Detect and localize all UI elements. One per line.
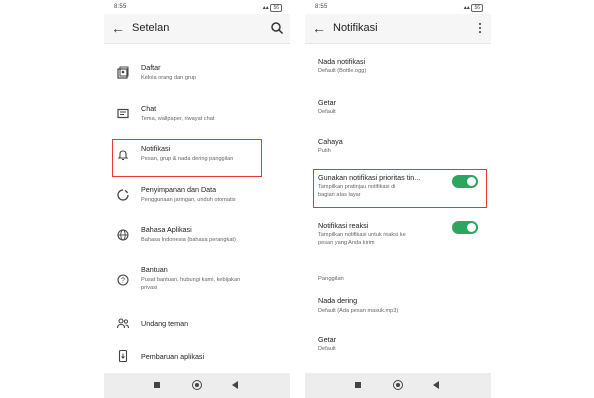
settings-item-subtitle: Pusat bantuan, hubungi kami, kebijakan — [141, 277, 241, 283]
setting-row-nada-dering[interactable]: Nada dering Default (Ada pesan masuk.mp3… — [305, 293, 491, 319]
back-arrow-icon[interactable]: ← — [110, 20, 126, 36]
people-icon — [116, 318, 129, 329]
chat-icon — [117, 108, 129, 119]
more-options-icon[interactable] — [477, 21, 483, 35]
recents-icon[interactable] — [355, 382, 361, 388]
settings-item-subtitle: Tema, wallpaper, riwayat chat — [141, 116, 215, 122]
reaction-toggle[interactable] — [452, 221, 478, 234]
setting-row-prioritas[interactable]: Gunakan notifikasi prioritas tin... Tamp… — [305, 172, 491, 206]
search-icon[interactable] — [270, 21, 284, 35]
priority-toggle[interactable] — [452, 175, 478, 188]
page-title: Notifikasi — [333, 22, 378, 34]
setting-row-title: Gunakan notifikasi prioritas tin... — [318, 173, 421, 182]
settings-item-subtitle: Bahasa Indonesia (bahasa perangkat) — [141, 237, 236, 243]
nav-back-icon[interactable] — [232, 381, 238, 389]
svg-text:?: ? — [121, 278, 125, 285]
settings-item-chat[interactable]: Chat Tema, wallpaper, riwayat chat — [104, 101, 290, 131]
setting-row-cahaya[interactable]: Cahaya Putih — [305, 134, 491, 160]
signal-icon: ▴▴ — [262, 5, 271, 11]
status-icons: ▴▴ 56 — [263, 4, 282, 12]
setting-row-subtitle: Putih — [318, 148, 331, 154]
app-bar: ← Notifikasi — [305, 14, 491, 44]
settings-screen: 8:55 ▴▴ 56 ← Setelan Daftar Kelola orang… — [104, 0, 290, 398]
globe-icon — [117, 229, 129, 241]
storage-icon — [117, 189, 129, 201]
section-header-panggilan: Panggilan — [318, 276, 344, 282]
settings-item-subtitle: Kelola orang dan grup — [141, 75, 197, 81]
setting-row-subtitle: Default (Ada pesan masuk.mp3) — [318, 308, 399, 314]
setting-row-title: Notifikasi reaksi — [318, 221, 369, 230]
settings-item-bahasa[interactable]: Bahasa Aplikasi Bahasa Indonesia (bahasa… — [104, 222, 290, 252]
settings-item-title: Daftar — [141, 63, 161, 72]
bell-icon — [117, 150, 129, 161]
setting-row-subtitle: Default (Bottle.ogg) — [318, 68, 367, 74]
setting-row-title: Nada notifikasi — [318, 57, 366, 66]
settings-item-penyimpanan[interactable]: Penyimpanan dan Data Penggunaan jaringan… — [104, 182, 290, 212]
notification-settings-screen: 8:55 ▴▴ 56 ← Notifikasi Nada notifikasi … — [305, 0, 491, 398]
list-icon — [117, 66, 129, 79]
setting-row-subtitle: Tampilkan notifikasi untuk reaksi ke — [318, 232, 406, 238]
settings-item-pembaruan[interactable]: Pembaruan aplikasi — [104, 347, 290, 367]
status-time: 8:55 — [114, 4, 127, 10]
page-title: Setelan — [132, 22, 170, 34]
setting-row-subtitle: Tampilkan pratinjau notifikasi di — [318, 184, 396, 190]
setting-row-title: Nada dering — [318, 296, 358, 305]
status-icons: ▴▴ 56 — [464, 4, 483, 12]
setting-row-subtitle-cont: pesan yang Anda kirim — [318, 240, 375, 246]
settings-item-subtitle: Pesan, grup & nada dering panggilan — [141, 156, 234, 162]
setting-row-title: Getar — [318, 98, 336, 107]
battery-icon: 56 — [471, 4, 483, 12]
setting-row-subtitle-cont: bagian atas layar — [318, 192, 361, 198]
status-bar: 8:55 ▴▴ 56 — [305, 0, 491, 14]
battery-icon: 56 — [270, 4, 282, 12]
settings-item-title: Bahasa Aplikasi — [141, 225, 192, 234]
system-nav-bar — [305, 373, 491, 398]
toggle-knob — [467, 177, 476, 186]
setting-row-title: Getar — [318, 335, 336, 344]
home-icon[interactable] — [393, 380, 403, 390]
help-icon: ? — [117, 274, 129, 286]
settings-item-title: Penyimpanan dan Data — [141, 185, 217, 194]
setting-row-getar-panggilan[interactable]: Getar Default — [305, 332, 491, 358]
settings-item-subtitle-cont: privasi — [141, 285, 158, 291]
system-nav-bar — [104, 373, 290, 398]
phone-update-icon — [118, 349, 128, 363]
settings-item-title: Notifikasi — [141, 144, 171, 153]
settings-item-undang[interactable]: Undang teman — [104, 314, 290, 334]
home-icon[interactable] — [192, 380, 202, 390]
toggle-knob — [467, 223, 476, 232]
nav-back-icon[interactable] — [433, 381, 439, 389]
setting-row-reaksi[interactable]: Notifikasi reaksi Tampilkan notifikasi u… — [305, 218, 491, 252]
settings-item-title: Chat — [141, 104, 157, 113]
setting-row-subtitle: Default — [318, 346, 336, 352]
setting-row-getar[interactable]: Getar Default — [305, 95, 491, 121]
setting-row-nada-notifikasi[interactable]: Nada notifikasi Default (Bottle.ogg) — [305, 54, 491, 80]
settings-item-title: Bantuan — [141, 265, 168, 274]
app-bar: ← Setelan — [104, 14, 290, 44]
recents-icon[interactable] — [154, 382, 160, 388]
settings-item-daftar[interactable]: Daftar Kelola orang dan grup — [104, 60, 290, 90]
settings-item-title: Pembaruan aplikasi — [141, 352, 205, 361]
setting-row-title: Cahaya — [318, 137, 343, 146]
settings-item-bantuan[interactable]: ? Bantuan Pusat bantuan, hubungi kami, k… — [104, 262, 290, 300]
settings-item-notifikasi[interactable]: Notifikasi Pesan, grup & nada dering pan… — [104, 143, 290, 173]
setting-row-subtitle: Default — [318, 109, 336, 115]
status-time: 8:55 — [315, 4, 328, 10]
signal-icon: ▴▴ — [463, 5, 472, 11]
back-arrow-icon[interactable]: ← — [311, 20, 327, 36]
settings-item-subtitle: Penggunaan jaringan, unduh otomatis — [141, 197, 236, 203]
status-bar: 8:55 ▴▴ 56 — [104, 0, 290, 14]
settings-item-title: Undang teman — [141, 319, 189, 328]
